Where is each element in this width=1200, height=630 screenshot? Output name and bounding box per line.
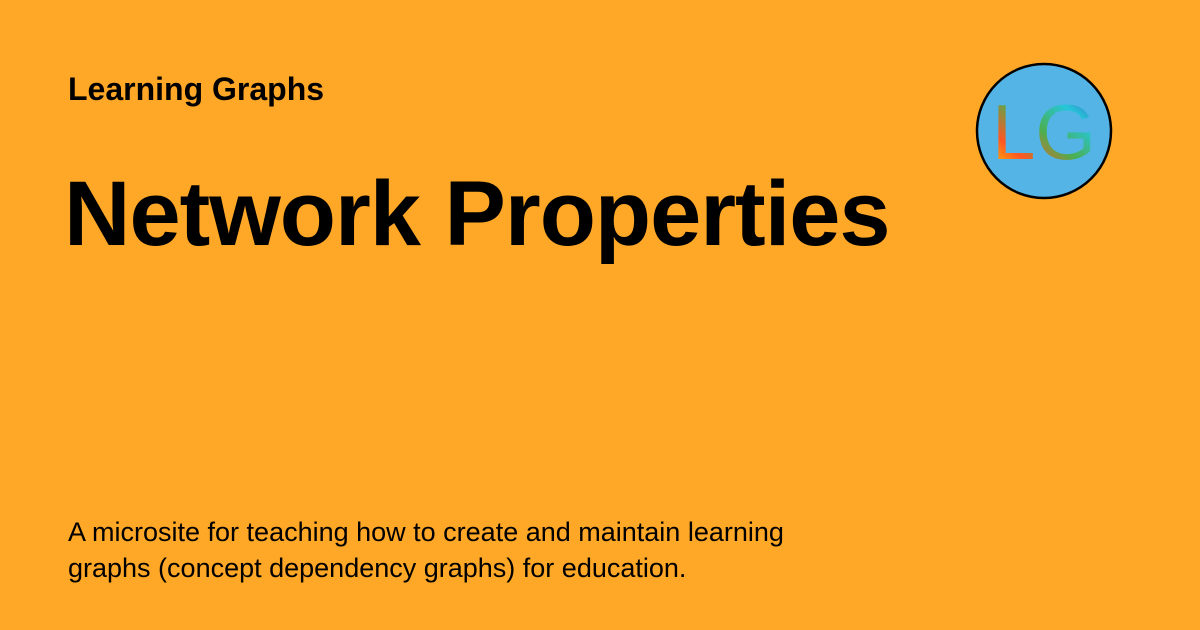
site-name: Learning Graphs [68, 71, 325, 107]
learning-graphs-logo-icon: LG [975, 62, 1113, 200]
social-card: Learning Graphs Network Properties A mic… [0, 0, 1200, 630]
site-description: A microsite for teaching how to create a… [68, 517, 784, 583]
logo-text: LG [992, 88, 1096, 176]
logo-graphic: LG [975, 62, 1113, 200]
page-title: Network Properties [64, 163, 891, 265]
